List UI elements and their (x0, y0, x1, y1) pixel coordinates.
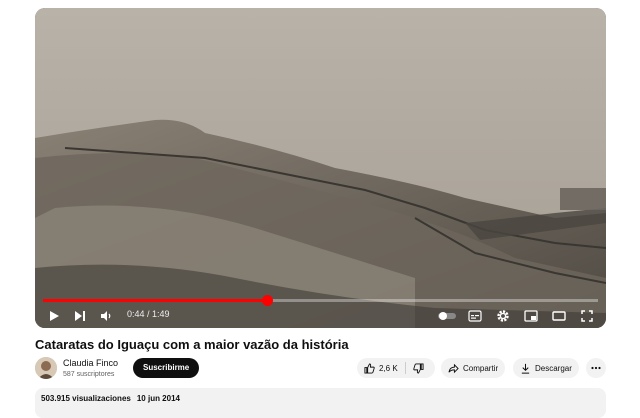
subscribe-button[interactable]: Suscribirme (133, 358, 200, 378)
video-title: Cataratas do Iguaçu com a maior vazão da… (35, 337, 349, 352)
description-box[interactable]: 503.915 visualizaciones 10 jun 2014 (35, 388, 606, 418)
fullscreen-button[interactable] (578, 307, 596, 325)
avatar[interactable] (35, 357, 57, 379)
progress-bar[interactable] (43, 295, 598, 306)
channel-name[interactable]: Claudia Finco (63, 358, 118, 368)
autoplay-toggle[interactable] (436, 307, 458, 325)
current-time: 0:44 (127, 309, 145, 319)
gear-icon (497, 310, 509, 322)
theater-icon (552, 311, 566, 321)
miniplayer-icon (524, 310, 538, 322)
play-button[interactable] (45, 307, 63, 325)
like-button[interactable]: 2,6 K (357, 358, 405, 378)
autoplay-toggle-icon (438, 312, 456, 320)
avatar-image (35, 357, 57, 379)
next-icon (75, 311, 85, 321)
like-count: 2,6 K (379, 363, 398, 373)
video-meta: 503.915 visualizaciones 10 jun 2014 (41, 394, 186, 403)
subscriber-count: 587 suscriptores (63, 371, 115, 378)
volume-icon (101, 311, 111, 321)
download-icon (521, 363, 530, 374)
share-button[interactable]: Compartir (441, 358, 506, 378)
duration: 1:49 (152, 309, 170, 319)
share-icon (448, 363, 459, 373)
download-label: Descargar (535, 363, 572, 373)
upload-date: 10 jun 2014 (136, 394, 180, 403)
dislike-button[interactable] (406, 358, 435, 378)
volume-button[interactable] (97, 307, 115, 325)
theater-button[interactable] (550, 307, 568, 325)
more-actions-button[interactable] (586, 358, 606, 378)
like-dislike-group: 2,6 K (357, 358, 435, 378)
thumbs-down-icon (412, 362, 424, 374)
fullscreen-icon (581, 310, 593, 322)
miniplayer-button[interactable] (522, 307, 540, 325)
more-icon (591, 366, 601, 370)
captions-icon (468, 310, 482, 322)
thumbs-up-icon (364, 362, 375, 374)
download-button[interactable]: Descargar (513, 358, 579, 378)
view-count: 503.915 visualizaciones (41, 394, 131, 403)
captions-button[interactable] (466, 307, 484, 325)
video-player[interactable]: 0:44 / 1:49 (35, 8, 606, 328)
settings-button[interactable] (494, 307, 512, 325)
time-display: 0:44 / 1:49 (127, 309, 170, 319)
next-button[interactable] (71, 307, 89, 325)
play-icon (50, 311, 59, 321)
time-separator: / (144, 309, 153, 319)
progress-played (43, 299, 268, 302)
share-label: Compartir (463, 363, 499, 373)
video-frame (35, 8, 606, 328)
